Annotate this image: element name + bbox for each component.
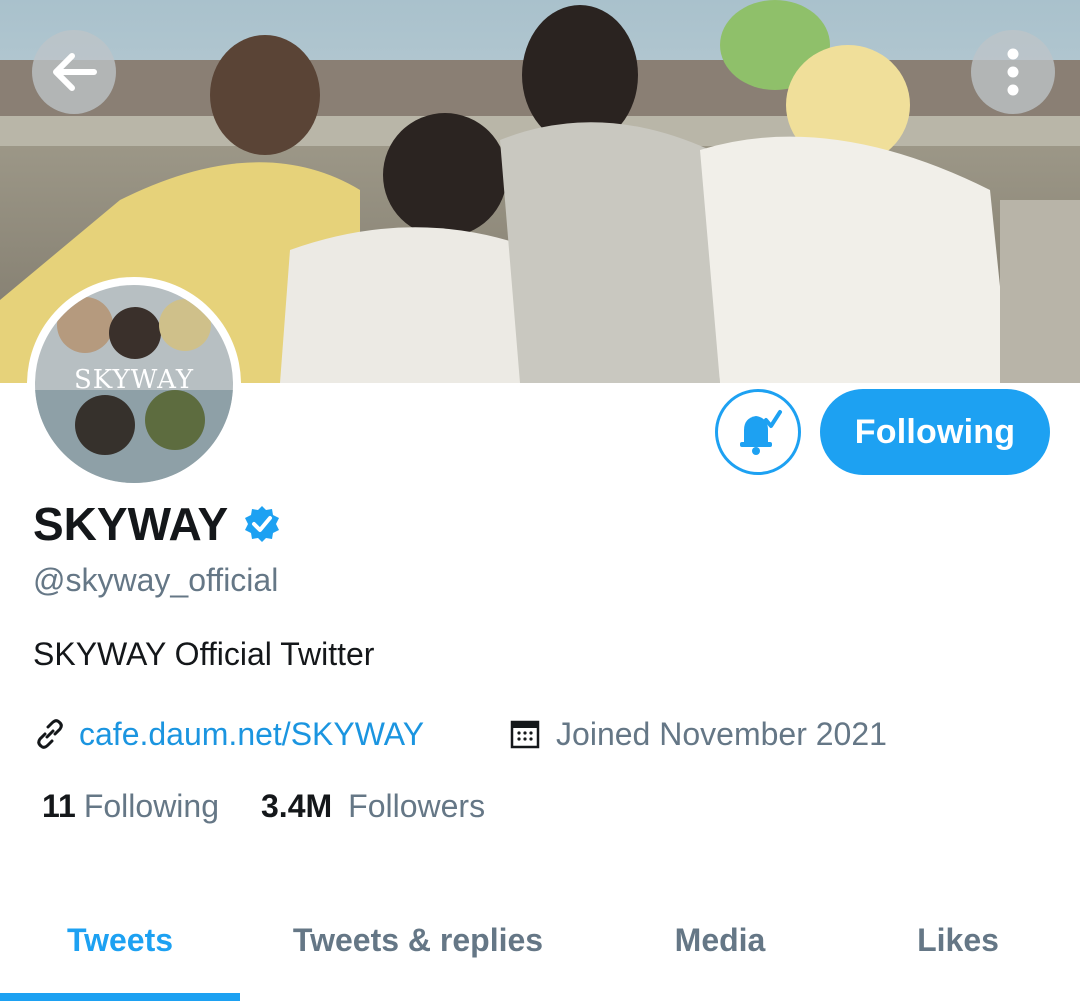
link-icon — [33, 717, 67, 751]
followers-stat[interactable]: 3.4M Followers — [261, 788, 485, 825]
avatar-logo-text: SKYWAY — [74, 365, 194, 395]
arrow-left-icon — [53, 53, 97, 91]
more-vertical-icon — [1007, 48, 1019, 96]
notifications-toggle-button[interactable] — [715, 389, 801, 475]
profile-joined-date: Joined November 2021 — [556, 715, 887, 752]
followers-label: Followers — [348, 788, 486, 824]
back-button[interactable] — [32, 30, 116, 114]
active-tab-indicator — [0, 993, 240, 1001]
display-name: SKYWAY — [33, 498, 229, 550]
following-button[interactable]: Following — [820, 389, 1050, 475]
profile-website-link[interactable]: cafe.daum.net/SKYWAY — [79, 716, 424, 753]
more-options-button[interactable] — [971, 30, 1055, 114]
avatar-image: SKYWAY — [35, 285, 233, 483]
profile-meta-row: cafe.daum.net/SKYWAY Joined November 202… — [33, 712, 887, 756]
following-label: Following — [83, 788, 219, 824]
tab-likes[interactable]: Likes — [858, 900, 1058, 980]
profile-bio: SKYWAY Official Twitter — [33, 636, 375, 672]
verified-badge-icon — [242, 504, 282, 544]
bell-check-icon — [740, 410, 782, 455]
profile-stats: 11 Following 3.4M Followers — [42, 788, 485, 825]
following-stat[interactable]: 11 Following — [42, 788, 219, 825]
following-count: 11 — [42, 788, 76, 824]
profile-name-row: SKYWAY — [33, 497, 282, 551]
calendar-icon — [510, 719, 540, 749]
profile-handle: @skyway_official — [33, 562, 279, 598]
tab-media[interactable]: Media — [620, 900, 820, 980]
tab-tweets-and-replies[interactable]: Tweets & replies — [260, 900, 576, 980]
tab-tweets[interactable]: Tweets — [0, 900, 240, 980]
profile-tabs: Tweets Tweets & replies Media Likes — [0, 900, 1080, 1001]
followers-count: 3.4M — [261, 788, 333, 824]
avatar[interactable]: SKYWAY — [27, 277, 241, 491]
